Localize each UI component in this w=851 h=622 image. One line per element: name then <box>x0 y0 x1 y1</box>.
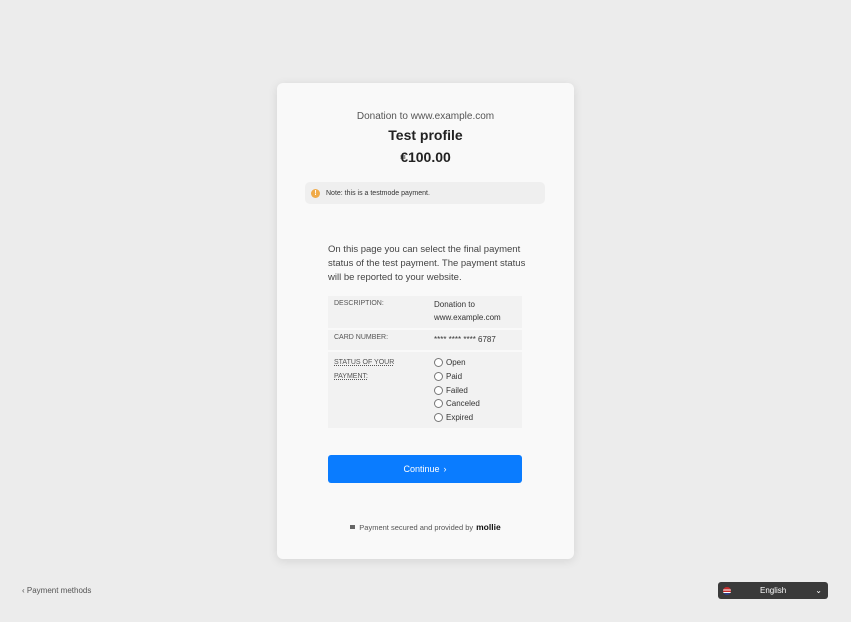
status-option-failed[interactable]: Failed <box>434 383 522 397</box>
radio-button[interactable] <box>434 413 443 423</box>
status-options: Open Paid Failed Canceled Expired <box>434 352 522 428</box>
language-label: English <box>760 586 787 595</box>
mollie-logo: mollie <box>476 522 501 532</box>
payment-card: Donation to www.example.com Test profile… <box>277 83 574 559</box>
chevron-down-icon: ⌄ <box>815 586 822 595</box>
status-option-label: Expired <box>446 413 474 423</box>
table-row: CARD NUMBER: **** **** **** 6787 <box>328 330 522 350</box>
table-row: DESCRIPTION: Donation to www.example.com <box>328 296 522 328</box>
back-to-payment-methods-link[interactable]: ‹ Payment methods <box>22 586 91 595</box>
status-option-open[interactable]: Open <box>434 356 522 370</box>
radio-button[interactable] <box>434 372 443 382</box>
testmode-note-text: Note: this is a testmode payment. <box>326 189 430 197</box>
description-label: DESCRIPTION: <box>334 300 384 307</box>
info-icon: ! <box>311 188 320 198</box>
profile-title: Test profile <box>388 127 463 143</box>
radio-button[interactable] <box>434 358 443 368</box>
lock-icon <box>350 525 356 529</box>
secured-footer: Payment secured and provided by mollie <box>277 522 574 532</box>
description-value: Donation to www.example.com <box>434 300 501 322</box>
status-option-label: Canceled <box>446 399 480 409</box>
chevron-right-icon: › <box>443 464 447 474</box>
table-row: STATUS OF YOUR PAYMENT: Open Paid Failed… <box>328 352 522 429</box>
status-label: STATUS OF YOUR PAYMENT: <box>334 359 395 380</box>
payment-amount: €100.00 <box>400 149 451 165</box>
card-number-label: CARD NUMBER: <box>334 334 389 341</box>
radio-button[interactable] <box>434 399 443 409</box>
testmode-note: ! Note: this is a testmode payment. <box>305 182 545 204</box>
status-option-label: Failed <box>446 385 468 395</box>
intro-text: On this page you can select the final pa… <box>328 244 526 283</box>
payment-subtitle: Donation to www.example.com <box>356 111 495 122</box>
us-flag-icon <box>723 586 731 595</box>
card-number-value: **** **** **** 6787 <box>434 335 496 344</box>
language-selector[interactable]: English ⌄ <box>718 582 828 599</box>
status-option-paid[interactable]: Paid <box>434 370 522 384</box>
status-option-expired[interactable]: Expired <box>434 411 522 425</box>
payment-details-table: DESCRIPTION: Donation to www.example.com… <box>328 296 522 430</box>
continue-button[interactable]: Continue › <box>328 455 522 483</box>
continue-button-label: Continue <box>403 464 440 474</box>
radio-button[interactable] <box>434 385 443 395</box>
footer-text: Payment secured and provided by <box>359 522 474 532</box>
status-option-label: Open <box>446 358 466 368</box>
status-option-label: Paid <box>446 372 463 382</box>
status-option-canceled[interactable]: Canceled <box>434 397 522 411</box>
